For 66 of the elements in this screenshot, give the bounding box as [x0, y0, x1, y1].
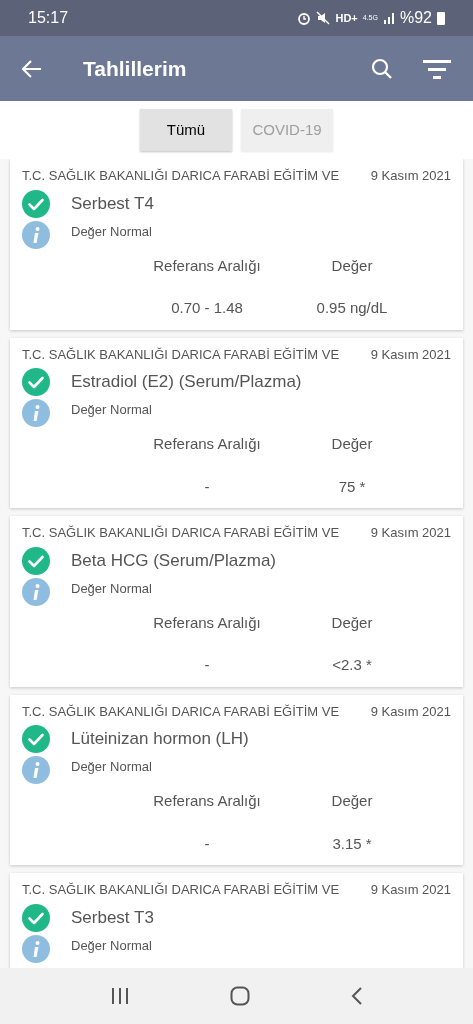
institution-name: T.C. SAĞLIK BAKANLIĞI DARICA FARABİ EĞİTİM VE	[22, 524, 340, 542]
institution-name: T.C. SAĞLIK BAKANLIĞI DARICA FARABİ EĞİTİM VE	[22, 881, 340, 899]
status-text: Değer Normal	[71, 936, 153, 955]
network-type: HD+	[335, 10, 358, 26]
info-icon	[22, 934, 50, 963]
signal-icon	[382, 12, 395, 24]
result-card[interactable]: T.C. SAĞLIK BAKANLIĞI DARICA FARABİ EĞİTİM VE 9 Kasım 2021 Estradiol (E2) (Serum/Plazma) Değer Normal Referans Aralığı Değer - 75 *	[10, 337, 463, 508]
status-text: Değer Normal	[71, 758, 153, 776]
value-label: Değer	[330, 791, 374, 811]
clock-time: 15:17	[28, 8, 69, 28]
status-text: Değer Normal	[71, 222, 153, 241]
result-card[interactable]: T.C. SAĞLIK BAKANLIĞI DARICA FARABİ EĞİTİM VE 9 Kasım 2021 Serbest T4 Değer Normal Referans Aralığı Değer 0.70 - 1.48 0.95 ng/dL	[10, 159, 463, 330]
screen-title: Tahlillerim	[83, 55, 187, 82]
info-icon	[22, 399, 50, 427]
value-label: Değer	[330, 612, 374, 633]
range-value: 0.70 - 1.48	[170, 298, 244, 318]
check-icon	[22, 189, 50, 218]
info-icon	[22, 577, 50, 606]
range-label: Referans Aralığı	[152, 612, 262, 633]
range-value: -	[203, 833, 211, 854]
test-name: Serbest T4	[71, 192, 154, 215]
check-icon	[22, 903, 50, 932]
back-icon[interactable]	[350, 987, 363, 1005]
back-arrow-icon[interactable]	[22, 59, 42, 78]
info-icon	[22, 220, 50, 249]
result-value: <2.3 *	[331, 655, 373, 675]
range-label: Referans Aralığı	[152, 434, 262, 454]
test-name: Lüteinizan hormon (LH)	[71, 728, 249, 750]
result-value: 3.15 *	[331, 833, 373, 854]
filter-tab[interactable]: Tümü	[140, 109, 232, 151]
range-label: Referans Aralığı	[152, 255, 262, 276]
test-name: Serbest T3	[71, 906, 154, 929]
result-value: 0.95 ng/dL	[315, 298, 389, 318]
filter-icon[interactable]	[423, 58, 451, 79]
institution-name: T.C. SAĞLIK BAKANLIĞI DARICA FARABİ EĞİTİM VE	[22, 167, 340, 185]
value-label: Değer	[330, 434, 374, 454]
range-value: -	[203, 476, 211, 497]
range-value: -	[203, 655, 211, 675]
check-icon	[22, 725, 50, 753]
battery-level: %92	[399, 8, 432, 28]
status-text: Değer Normal	[71, 401, 153, 419]
result-card[interactable]: T.C. SAĞLIK BAKANLIĞI DARICA FARABİ EĞİTİM VE 9 Kasım 2021 Serbest T3 Değer Normal	[10, 873, 463, 968]
check-icon	[22, 368, 50, 396]
status-text: Değer Normal	[71, 579, 153, 598]
result-card[interactable]: T.C. SAĞLIK BAKANLIĞI DARICA FARABİ EĞİTİM VE 9 Kasım 2021 Beta HCG (Serum/Plazma) Değer Normal Referans Aralığı Değer - <2.3 *	[10, 516, 463, 687]
recent-apps-icon[interactable]	[110, 988, 129, 1004]
value-label: Değer	[330, 255, 374, 276]
result-value: 75 *	[337, 476, 367, 497]
battery-icon	[437, 11, 445, 25]
mute-icon	[316, 11, 331, 25]
institution-name: T.C. SAĞLIK BAKANLIĞI DARICA FARABİ EĞİTİM VE	[22, 702, 340, 721]
test-name: Estradiol (E2) (Serum/Plazma)	[71, 371, 302, 393]
test-name: Beta HCG (Serum/Plazma)	[71, 549, 276, 572]
check-icon	[22, 546, 50, 575]
result-date: 9 Kasım 2021	[370, 702, 451, 721]
search-icon[interactable]	[371, 57, 393, 80]
home-icon[interactable]	[229, 986, 250, 1006]
result-date: 9 Kasım 2021	[370, 345, 451, 364]
alarm-icon	[297, 11, 312, 25]
result-date: 9 Kasım 2021	[370, 167, 451, 185]
institution-name: T.C. SAĞLIK BAKANLIĞI DARICA FARABİ EĞİTİM VE	[22, 345, 340, 364]
result-card[interactable]: T.C. SAĞLIK BAKANLIĞI DARICA FARABİ EĞİTİM VE 9 Kasım 2021 Lüteinizan hormon (LH) Değer Normal Referans Aralığı Değer - 3.15 *	[10, 694, 463, 865]
result-date: 9 Kasım 2021	[370, 881, 451, 899]
result-date: 9 Kasım 2021	[370, 524, 451, 542]
range-label: Referans Aralığı	[152, 791, 262, 811]
info-icon	[22, 756, 50, 784]
